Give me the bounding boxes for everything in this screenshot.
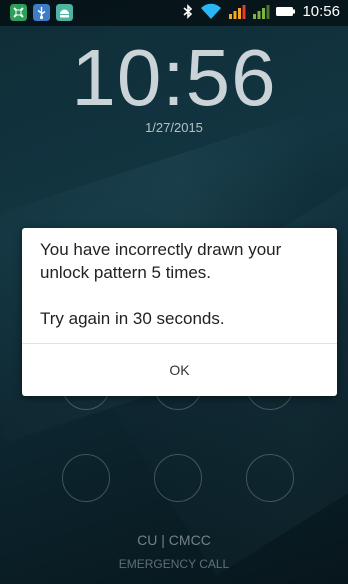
usb-icon	[33, 4, 50, 21]
pattern-dot[interactable]	[62, 454, 110, 502]
signal-icon	[229, 5, 246, 19]
bluetooth-icon	[183, 4, 193, 19]
carrier-label: CU | CMCC	[137, 532, 211, 548]
pattern-dot[interactable]	[154, 454, 202, 502]
battery-icon	[276, 7, 296, 16]
lock-screen: 10:56 10:56 1/27/2015 CU | CMCC EMERGENC…	[0, 0, 348, 584]
system-icons: 10:56	[182, 3, 340, 20]
lockscreen-clock: 10:56	[71, 33, 277, 122]
incorrect-pattern-dialog: You have incorrectly drawn your unlock p…	[22, 228, 337, 396]
signal-icon	[253, 5, 270, 19]
status-bar: 10:56	[0, 0, 348, 26]
wifi-icon	[201, 3, 222, 19]
android-debug-icon	[56, 4, 73, 21]
status-time: 10:56	[302, 3, 340, 20]
notification-icons	[10, 4, 73, 21]
lockscreen-date: 1/27/2015	[145, 120, 203, 135]
ok-button[interactable]: OK	[22, 344, 337, 396]
dialog-message: You have incorrectly drawn your unlock p…	[40, 240, 282, 328]
emergency-call-button[interactable]: EMERGENCY CALL	[0, 557, 348, 571]
pattern-dot[interactable]	[246, 454, 294, 502]
app-notification-icon	[10, 4, 27, 21]
